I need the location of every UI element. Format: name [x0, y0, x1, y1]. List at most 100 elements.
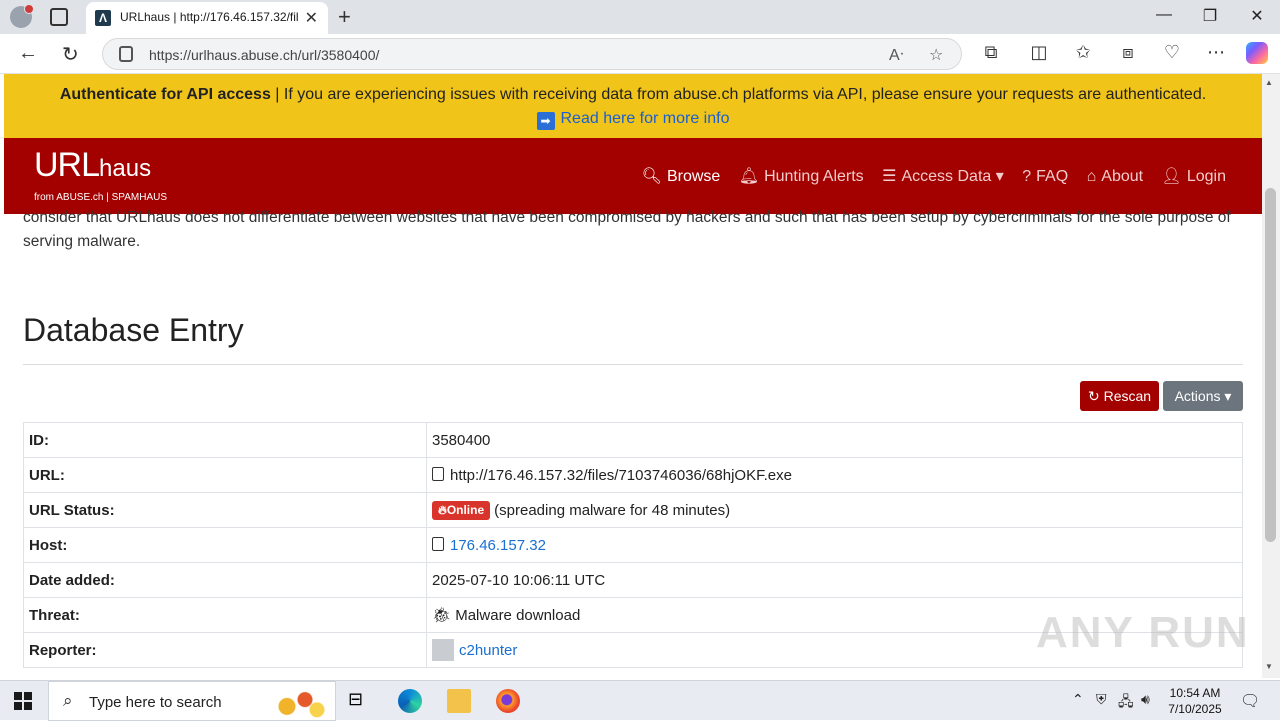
- tab-title: URLhaus | http://176.46.157.32/fil: [120, 10, 299, 24]
- browser-essentials-icon[interactable]: ♡: [1160, 42, 1184, 63]
- api-auth-banner: Authenticate for API access | If you are…: [4, 74, 1262, 138]
- page-title: Database Entry: [23, 312, 244, 348]
- tab-close-icon[interactable]: ✕: [305, 8, 318, 28]
- search-icon: 🔍︎: [641, 168, 662, 185]
- url-value: http://176.46.157.32/files/7103746036/68…: [450, 466, 792, 484]
- threat-label: Threat:: [23, 597, 427, 633]
- back-icon[interactable]: ←: [18, 42, 38, 65]
- tray-chevron-icon[interactable]: ⌃: [1072, 691, 1084, 708]
- close-window-icon[interactable]: ✕: [1247, 6, 1267, 26]
- date-added-value: 2025-07-10 10:06:11 UTC: [426, 562, 1243, 598]
- scroll-down-icon[interactable]: ▼: [1265, 662, 1273, 671]
- threat-value: Malware download: [455, 607, 581, 624]
- home-icon: ⌂: [1086, 168, 1097, 185]
- favorite-star-icon[interactable]: ☆: [929, 45, 943, 65]
- intro-text: consider that URLhaus does not different…: [23, 209, 1231, 250]
- status-text: (spreading malware for 48 minutes): [494, 501, 731, 519]
- user-icon: 👤︎: [1161, 168, 1182, 185]
- nav-about[interactable]: ⌂ About: [1087, 168, 1143, 185]
- main-menu: 🔍︎ Browse 🔔︎ Hunting Alerts ☰ Access Data ▾…: [628, 166, 1226, 186]
- restore-icon[interactable]: ❐: [1200, 6, 1220, 26]
- nav-login[interactable]: 👤︎ Login: [1162, 168, 1226, 185]
- tab-strip: Λ URLhaus | http://176.46.157.32/fil ✕ +…: [0, 0, 1280, 34]
- split-screen-icon[interactable]: ◫: [1027, 42, 1051, 63]
- rescan-button[interactable]: ↻ Rescan: [1080, 381, 1159, 411]
- scrollbar-thumb[interactable]: [1265, 188, 1276, 542]
- copilot-icon[interactable]: [1246, 42, 1268, 64]
- tab-actions-icon[interactable]: [50, 8, 68, 26]
- read-more-link[interactable]: Read here for more info: [561, 110, 730, 127]
- search-icon: ⌕: [63, 691, 73, 710]
- id-value: 3580400: [426, 422, 1243, 458]
- logo-main: URL: [34, 146, 100, 184]
- question-icon: ?: [1022, 168, 1032, 185]
- reporter-label: Reporter:: [23, 632, 427, 668]
- browser-toolbar: ← ↻ https://urlhaus.abuse.ch/url/3580400…: [0, 34, 1280, 74]
- network-icon[interactable]: 🖧︎: [1118, 691, 1134, 715]
- logo-subtitle: from ABUSE.ch | SPAMHAUS: [34, 192, 168, 203]
- site-navbar: URLhaus from ABUSE.ch | SPAMHAUS 🔍︎ Brows…: [4, 138, 1262, 214]
- more-menu-icon[interactable]: ⋯: [1204, 42, 1228, 63]
- urlhaus-favicon-icon: Λ: [95, 10, 111, 26]
- scroll-up-icon[interactable]: ▲: [1265, 78, 1273, 87]
- database-icon: ☰: [882, 168, 897, 185]
- taskbar: ⌕ Type here to search ⊟ ⌃ ⛨ 🖧︎ 🔊︎ 10:54 …: [0, 680, 1280, 721]
- table-row: ID: 3580400: [23, 422, 1243, 458]
- profile-icon[interactable]: [10, 4, 34, 28]
- nav-browse[interactable]: 🔍︎ Browse: [642, 168, 721, 185]
- url-status-label: URL Status:: [23, 492, 427, 528]
- host-label: Host:: [23, 527, 427, 563]
- table-row: Date added: 2025-07-10 10:06:11 UTC: [23, 562, 1243, 598]
- taskbar-clock[interactable]: 10:54 AM 7/10/2025: [1162, 685, 1228, 717]
- firefox-icon[interactable]: [496, 689, 520, 713]
- task-view-icon[interactable]: ⊟: [348, 689, 372, 713]
- volume-icon[interactable]: 🔊︎: [1141, 691, 1150, 708]
- copy-icon[interactable]: [432, 466, 444, 481]
- urlhaus-logo[interactable]: URLhaus from ABUSE.ch | SPAMHAUS: [34, 146, 167, 203]
- read-aloud-icon[interactable]: Aᐧ: [889, 45, 904, 65]
- actions-dropdown-button[interactable]: Actions ▾: [1163, 381, 1243, 411]
- arrow-right-icon: ➡: [536, 112, 555, 130]
- clock-date: 7/10/2025: [1168, 702, 1222, 716]
- search-highlight-image: [269, 686, 329, 720]
- edge-icon[interactable]: [398, 689, 422, 713]
- page-viewport: Authenticate for API access | If you are…: [0, 74, 1262, 678]
- refresh-icon[interactable]: ↻: [62, 42, 79, 67]
- browser-tab[interactable]: Λ URLhaus | http://176.46.157.32/fil ✕: [86, 2, 328, 34]
- banner-bold-text: Authenticate for API access: [59, 86, 271, 103]
- nav-faq[interactable]: ? FAQ: [1022, 168, 1068, 185]
- favorites-icon[interactable]: ✩: [1071, 42, 1095, 63]
- new-tab-icon[interactable]: +: [338, 4, 351, 30]
- table-row: Host: 176.46.157.32: [23, 527, 1243, 563]
- host-link[interactable]: 176.46.157.32: [450, 537, 546, 554]
- copy-icon[interactable]: [432, 536, 444, 551]
- refresh-icon: ↻: [1087, 388, 1104, 404]
- bug-icon: 🐞︎: [432, 607, 456, 624]
- site-info-icon[interactable]: [119, 46, 133, 62]
- reporter-link[interactable]: c2hunter: [459, 642, 517, 659]
- nav-access-data[interactable]: ☰ Access Data ▾: [882, 168, 1004, 185]
- security-tray-icon[interactable]: ⛨: [1096, 691, 1107, 708]
- address-bar[interactable]: https://urlhaus.abuse.ch/url/3580400/ Aᐧ…: [102, 38, 962, 70]
- banner-text: | If you are experiencing issues with re…: [270, 86, 1207, 103]
- collections-icon[interactable]: ⧈: [1116, 42, 1140, 63]
- notifications-icon[interactable]: 🗨︎: [1240, 691, 1260, 711]
- fire-icon: 🔥︎: [438, 502, 447, 517]
- nav-hunting-alerts[interactable]: 🔔︎ Hunting Alerts: [739, 168, 864, 185]
- extensions-icon[interactable]: ⧉: [979, 42, 1003, 63]
- clock-time: 10:54 AM: [1169, 686, 1221, 700]
- taskbar-search-box[interactable]: ⌕ Type here to search: [48, 681, 336, 721]
- url-label: URL:: [23, 457, 427, 493]
- windows-start-icon[interactable]: [14, 692, 32, 710]
- table-row: URL: http://176.46.157.32/files/71037460…: [23, 457, 1243, 493]
- status-badge: 🔥︎Online: [432, 500, 491, 520]
- bell-icon: 🔔︎: [738, 168, 760, 185]
- address-url[interactable]: https://urlhaus.abuse.ch/url/3580400/: [149, 47, 379, 63]
- page-scrollbar[interactable]: ▲ ▼: [1262, 74, 1280, 678]
- file-explorer-icon[interactable]: [447, 689, 471, 713]
- avatar: [432, 639, 454, 661]
- anyrun-watermark: ANY RUN: [1036, 608, 1250, 657]
- minimize-icon[interactable]: —: [1154, 6, 1174, 24]
- date-added-label: Date added:: [23, 562, 427, 598]
- logo-suffix: haus: [99, 155, 152, 182]
